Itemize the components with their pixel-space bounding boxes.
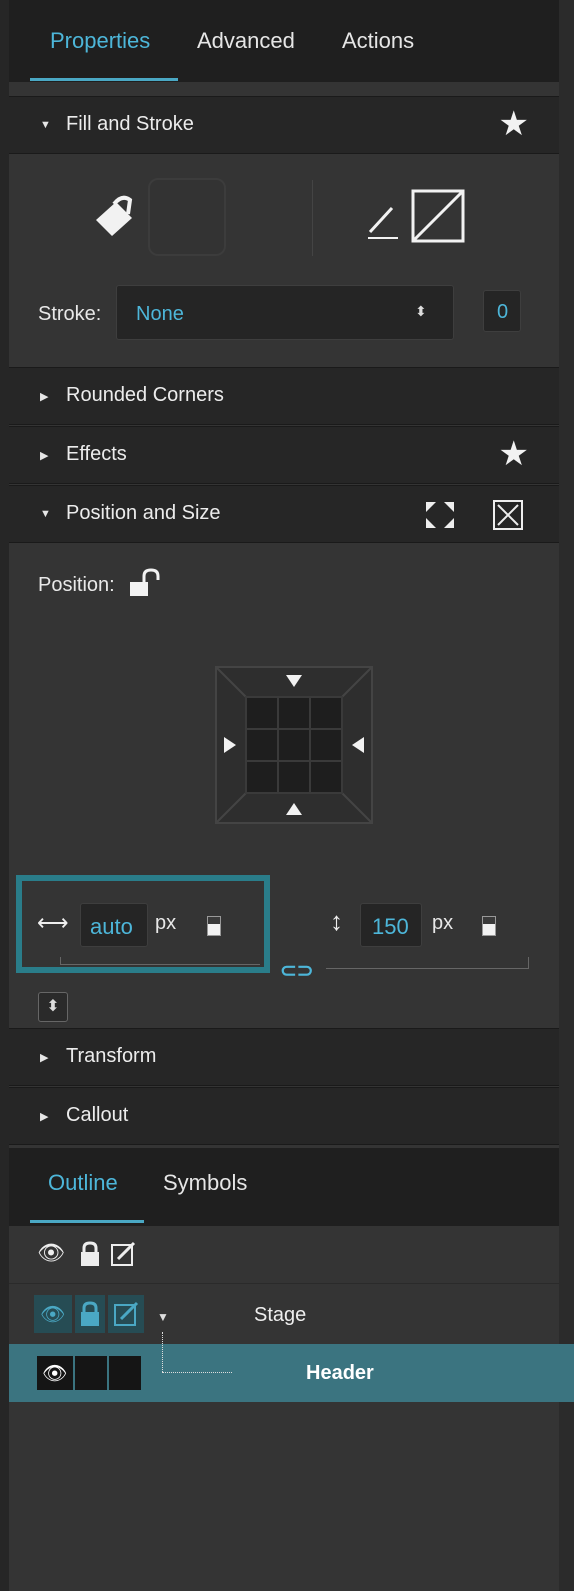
position-mode-stepper[interactable]: ⬍ xyxy=(38,992,68,1022)
tab-symbols[interactable]: Symbols xyxy=(163,1170,247,1196)
stroke-none-swatch[interactable] xyxy=(411,189,465,248)
stroke-label: Stroke: xyxy=(38,303,102,325)
width-mode-toggle[interactable] xyxy=(207,916,221,936)
section-rounded-corners[interactable]: ▶ Rounded Corners xyxy=(9,367,559,425)
triangle-right-icon: ▶ xyxy=(40,1052,49,1064)
height-arrow-icon: ↕ xyxy=(330,906,343,936)
height-unit[interactable]: px xyxy=(432,912,453,935)
left-edge xyxy=(0,0,9,1591)
properties-tab-bar: Properties Advanced Actions xyxy=(9,0,559,82)
tab-actions[interactable]: Actions xyxy=(342,28,414,54)
height-input[interactable]: 150 xyxy=(360,903,422,947)
link-icon[interactable]: ⊂⊃ xyxy=(280,958,314,983)
edit-icon[interactable] xyxy=(110,1241,136,1272)
tree-connector-vertical xyxy=(162,1332,164,1372)
width-input[interactable]: auto xyxy=(80,903,148,947)
outline-header-row: 👁 xyxy=(9,1226,559,1284)
outline-row-stage[interactable]: 👁 ▼ Stage xyxy=(9,1284,559,1344)
eye-icon: 👁 xyxy=(40,1304,66,1326)
eye-icon: 👁 xyxy=(42,1363,68,1385)
tree-connector-horizontal xyxy=(162,1372,232,1374)
lock-toggle[interactable] xyxy=(75,1295,105,1333)
edit-toggle[interactable] xyxy=(108,1295,144,1333)
star-icon[interactable]: ★ xyxy=(499,107,529,141)
section-effects[interactable]: ▶ Effects ★ xyxy=(9,426,559,484)
triangle-right-icon: ▶ xyxy=(40,1111,49,1123)
paint-bucket-icon xyxy=(92,192,140,245)
tab-properties[interactable]: Properties xyxy=(50,28,150,54)
width-bracket xyxy=(60,957,260,965)
stroke-width-value: 0 xyxy=(497,301,509,323)
fit-frame-icon[interactable] xyxy=(492,499,524,536)
active-outline-tab-indicator xyxy=(30,1220,144,1223)
visibility-toggle[interactable]: 👁 xyxy=(34,1295,72,1333)
triangle-right-icon: ▶ xyxy=(40,450,49,462)
triangle-down-icon: ▼ xyxy=(40,508,51,520)
visibility-toggle[interactable]: 👁 xyxy=(37,1356,73,1390)
width-unit[interactable]: px xyxy=(155,912,176,935)
tab-advanced[interactable]: Advanced xyxy=(197,28,295,54)
active-tab-indicator xyxy=(30,78,178,81)
section-position-and-size[interactable]: ▼ Position and Size xyxy=(9,485,559,543)
outline-row-header[interactable]: 👁 Header xyxy=(9,1332,574,1402)
section-title: Fill and Stroke xyxy=(66,113,194,135)
position-label: Position: xyxy=(38,574,115,596)
lock-icon xyxy=(81,1301,99,1326)
collapse-triangle-icon[interactable]: ▼ xyxy=(157,1310,169,1324)
section-fill-and-stroke[interactable]: ▼ Fill and Stroke ★ xyxy=(9,96,559,154)
width-arrow-icon: ⟷ xyxy=(37,910,69,935)
anchor-grid[interactable] xyxy=(214,665,374,830)
section-title: Effects xyxy=(66,443,127,465)
section-transform[interactable]: ▶ Transform xyxy=(9,1028,559,1086)
eye-icon[interactable]: 👁 xyxy=(37,1240,65,1266)
tab-outline[interactable]: Outline xyxy=(48,1170,118,1196)
lock-toggle[interactable] xyxy=(75,1356,107,1390)
fill-color-swatch[interactable] xyxy=(148,178,226,256)
expand-icon[interactable] xyxy=(424,500,456,535)
height-value: 150 xyxy=(372,914,409,939)
lock-icon[interactable] xyxy=(79,1241,101,1272)
swatch-divider xyxy=(312,180,313,256)
section-title: Rounded Corners xyxy=(66,384,224,406)
unlock-icon[interactable] xyxy=(128,568,162,603)
height-bracket xyxy=(326,957,529,969)
stroke-style-value: None xyxy=(136,303,184,325)
star-icon[interactable]: ★ xyxy=(499,437,529,471)
stroke-width-input[interactable]: 0 xyxy=(483,290,521,332)
stroke-style-select[interactable]: None ⬍ xyxy=(116,285,454,340)
select-arrows-icon: ⬍ xyxy=(415,303,427,319)
section-callout[interactable]: ▶ Callout xyxy=(9,1087,559,1145)
section-title: Callout xyxy=(66,1104,129,1126)
section-title: Position and Size xyxy=(66,502,221,524)
edit-icon xyxy=(114,1301,139,1326)
pencil-icon xyxy=(366,200,400,245)
outline-tab-bar: Outline Symbols xyxy=(9,1148,559,1226)
section-title: Transform xyxy=(66,1045,157,1067)
outline-row-label: Stage xyxy=(254,1304,307,1326)
height-mode-toggle[interactable] xyxy=(482,916,496,936)
outline-row-label: Header xyxy=(306,1362,374,1384)
edit-toggle[interactable] xyxy=(109,1356,141,1390)
triangle-right-icon: ▶ xyxy=(40,391,49,403)
width-value: auto xyxy=(90,914,133,939)
triangle-down-icon: ▼ xyxy=(40,119,51,131)
